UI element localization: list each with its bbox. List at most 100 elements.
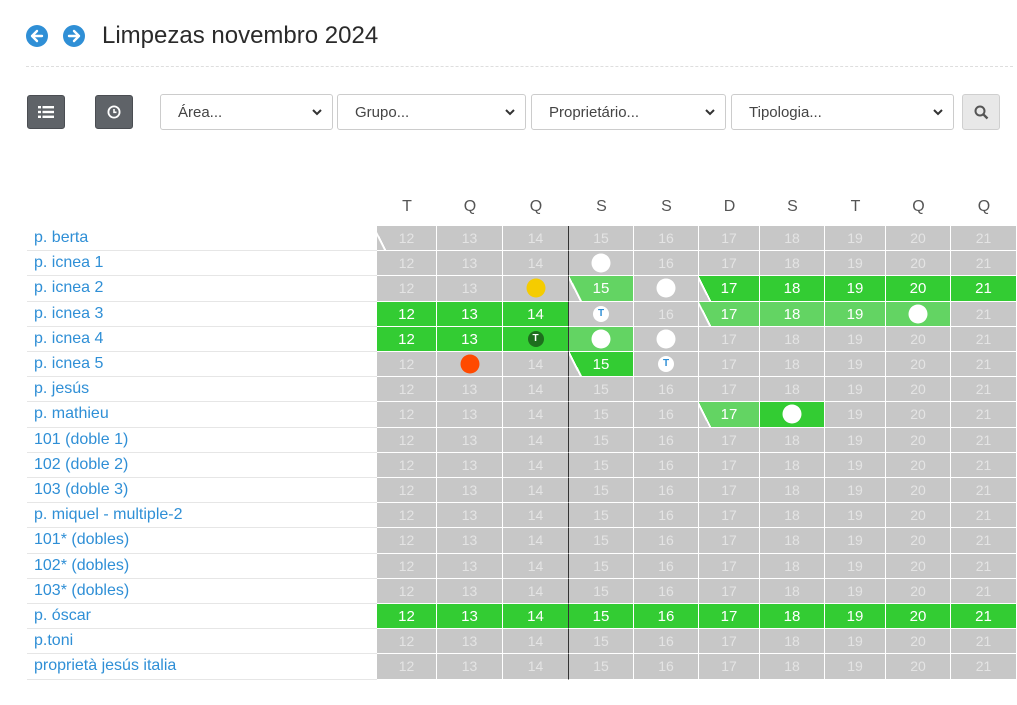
cleaning-dot-white[interactable] [656,278,676,298]
calendar-cell[interactable]: 15 [569,377,634,403]
calendar-cell[interactable]: 12 [377,226,437,252]
calendar-cell[interactable]: 14 [503,352,569,378]
calendar-cell[interactable]: 15 [569,528,634,554]
calendar-cell[interactable]: 14 [503,654,569,680]
calendar-cell[interactable]: 13 [437,604,503,630]
typology-select[interactable]: Tipologia... [731,94,954,130]
property-name-link[interactable]: 103 (doble 3) [27,478,377,504]
calendar-cell[interactable]: 15 [569,503,634,529]
calendar-cell[interactable]: 21 [951,276,1017,302]
calendar-cell[interactable]: 15 [569,654,634,680]
calendar-cell[interactable]: 20 [886,352,951,378]
calendar-cell[interactable]: 20 [886,553,951,579]
calendar-cell[interactable]: 18 [760,528,825,554]
calendar-cell[interactable]: 17 [699,251,760,277]
calendar-cell[interactable]: 21 [951,226,1017,252]
calendar-cell[interactable]: 15 [569,629,634,655]
calendar-cell[interactable]: 12 [377,326,437,352]
calendar-cell[interactable]: 16 [634,528,699,554]
calendar-cell[interactable]: 15 [569,578,634,604]
calendar-cell[interactable]: 12 [377,427,437,453]
property-name-link[interactable]: 101* (dobles) [27,528,377,554]
calendar-cell[interactable] [634,276,699,302]
calendar-cell[interactable]: 18 [760,478,825,504]
calendar-cell[interactable]: 14 [503,629,569,655]
calendar-cell[interactable]: 15 [569,604,634,630]
group-select[interactable]: Grupo... [337,94,526,130]
calendar-cell[interactable]: 13 [437,301,503,327]
calendar-cell[interactable]: 15 [569,478,634,504]
calendar-cell[interactable]: 18 [760,226,825,252]
calendar-cell[interactable]: 19 [825,402,886,428]
calendar-cell[interactable]: 16 [634,402,699,428]
calendar-cell[interactable]: 18 [760,553,825,579]
calendar-cell[interactable]: 19 [825,276,886,302]
calendar-cell[interactable]: 12 [377,276,437,302]
property-name-link[interactable]: 103* (dobles) [27,579,377,604]
history-button[interactable] [95,95,133,129]
calendar-cell[interactable]: 20 [886,377,951,403]
property-name-link[interactable]: p. icnea 1 [27,251,377,277]
calendar-cell[interactable]: 21 [951,503,1017,529]
property-name-link[interactable]: p. berta [27,226,377,252]
list-view-button[interactable] [27,95,65,129]
calendar-cell[interactable]: 14 [503,427,569,453]
calendar-cell[interactable]: 17 [699,654,760,680]
calendar-cell[interactable]: 14 [503,452,569,478]
task-badge-icon[interactable]: T [593,305,609,322]
calendar-cell[interactable]: 21 [951,553,1017,579]
calendar-cell[interactable]: 14 [503,503,569,529]
calendar-cell[interactable]: 12 [377,528,437,554]
calendar-cell[interactable]: 17 [699,352,760,378]
calendar-cell[interactable]: 13 [437,226,503,252]
property-name-link[interactable]: 102* (dobles) [27,554,377,579]
area-select[interactable]: Área... [160,94,333,130]
calendar-cell[interactable]: 17 [699,478,760,504]
calendar-cell[interactable]: 17 [699,629,760,655]
calendar-cell[interactable]: 19 [825,604,886,630]
calendar-cell[interactable]: 18 [760,503,825,529]
calendar-cell[interactable]: 17 [699,226,760,252]
calendar-cell[interactable]: 14 [503,377,569,403]
calendar-cell[interactable]: 20 [886,402,951,428]
calendar-cell[interactable]: 16 [634,452,699,478]
calendar-cell[interactable]: 16 [634,251,699,277]
calendar-cell[interactable]: 21 [951,427,1017,453]
calendar-cell[interactable] [886,301,951,327]
calendar-cell[interactable]: 12 [377,352,437,378]
cleaning-dot-white[interactable] [782,404,802,424]
calendar-cell[interactable]: 17 [699,528,760,554]
calendar-cell[interactable] [437,352,503,378]
calendar-cell[interactable]: 13 [437,553,503,579]
calendar-cell[interactable]: 16 [634,503,699,529]
property-name-link[interactable]: p. miquel - multiple-2 [27,503,377,529]
calendar-cell[interactable]: 19 [825,629,886,655]
calendar-cell[interactable]: 17 [699,578,760,604]
calendar-cell[interactable]: 13 [437,528,503,554]
calendar-cell[interactable]: 12 [377,503,437,529]
calendar-cell[interactable]: 12 [377,301,437,327]
calendar-cell[interactable]: 12 [377,604,437,630]
search-button[interactable] [962,94,1000,130]
calendar-cell[interactable]: 13 [437,478,503,504]
calendar-cell[interactable]: 21 [951,377,1017,403]
calendar-cell[interactable]: T [503,326,569,352]
calendar-cell[interactable]: 16 [634,604,699,630]
property-name-link[interactable]: 102 (doble 2) [27,453,377,478]
owner-select[interactable]: Proprietário... [531,94,726,130]
cleaning-dot-white[interactable] [908,304,928,324]
calendar-cell[interactable]: 17 [699,503,760,529]
calendar-cell[interactable]: 15 [569,402,634,428]
calendar-cell[interactable]: 17 [699,452,760,478]
calendar-cell[interactable]: 19 [825,427,886,453]
calendar-cell[interactable]: 21 [951,452,1017,478]
calendar-cell[interactable]: 20 [886,478,951,504]
calendar-cell[interactable]: 12 [377,377,437,403]
cleaning-dot-red[interactable] [460,354,479,374]
calendar-cell[interactable]: 15 [569,276,634,302]
calendar-cell[interactable]: 19 [825,226,886,252]
calendar-cell[interactable]: 20 [886,452,951,478]
calendar-cell[interactable]: 17 [699,377,760,403]
calendar-cell[interactable]: 14 [503,578,569,604]
calendar-cell[interactable]: 18 [760,251,825,277]
